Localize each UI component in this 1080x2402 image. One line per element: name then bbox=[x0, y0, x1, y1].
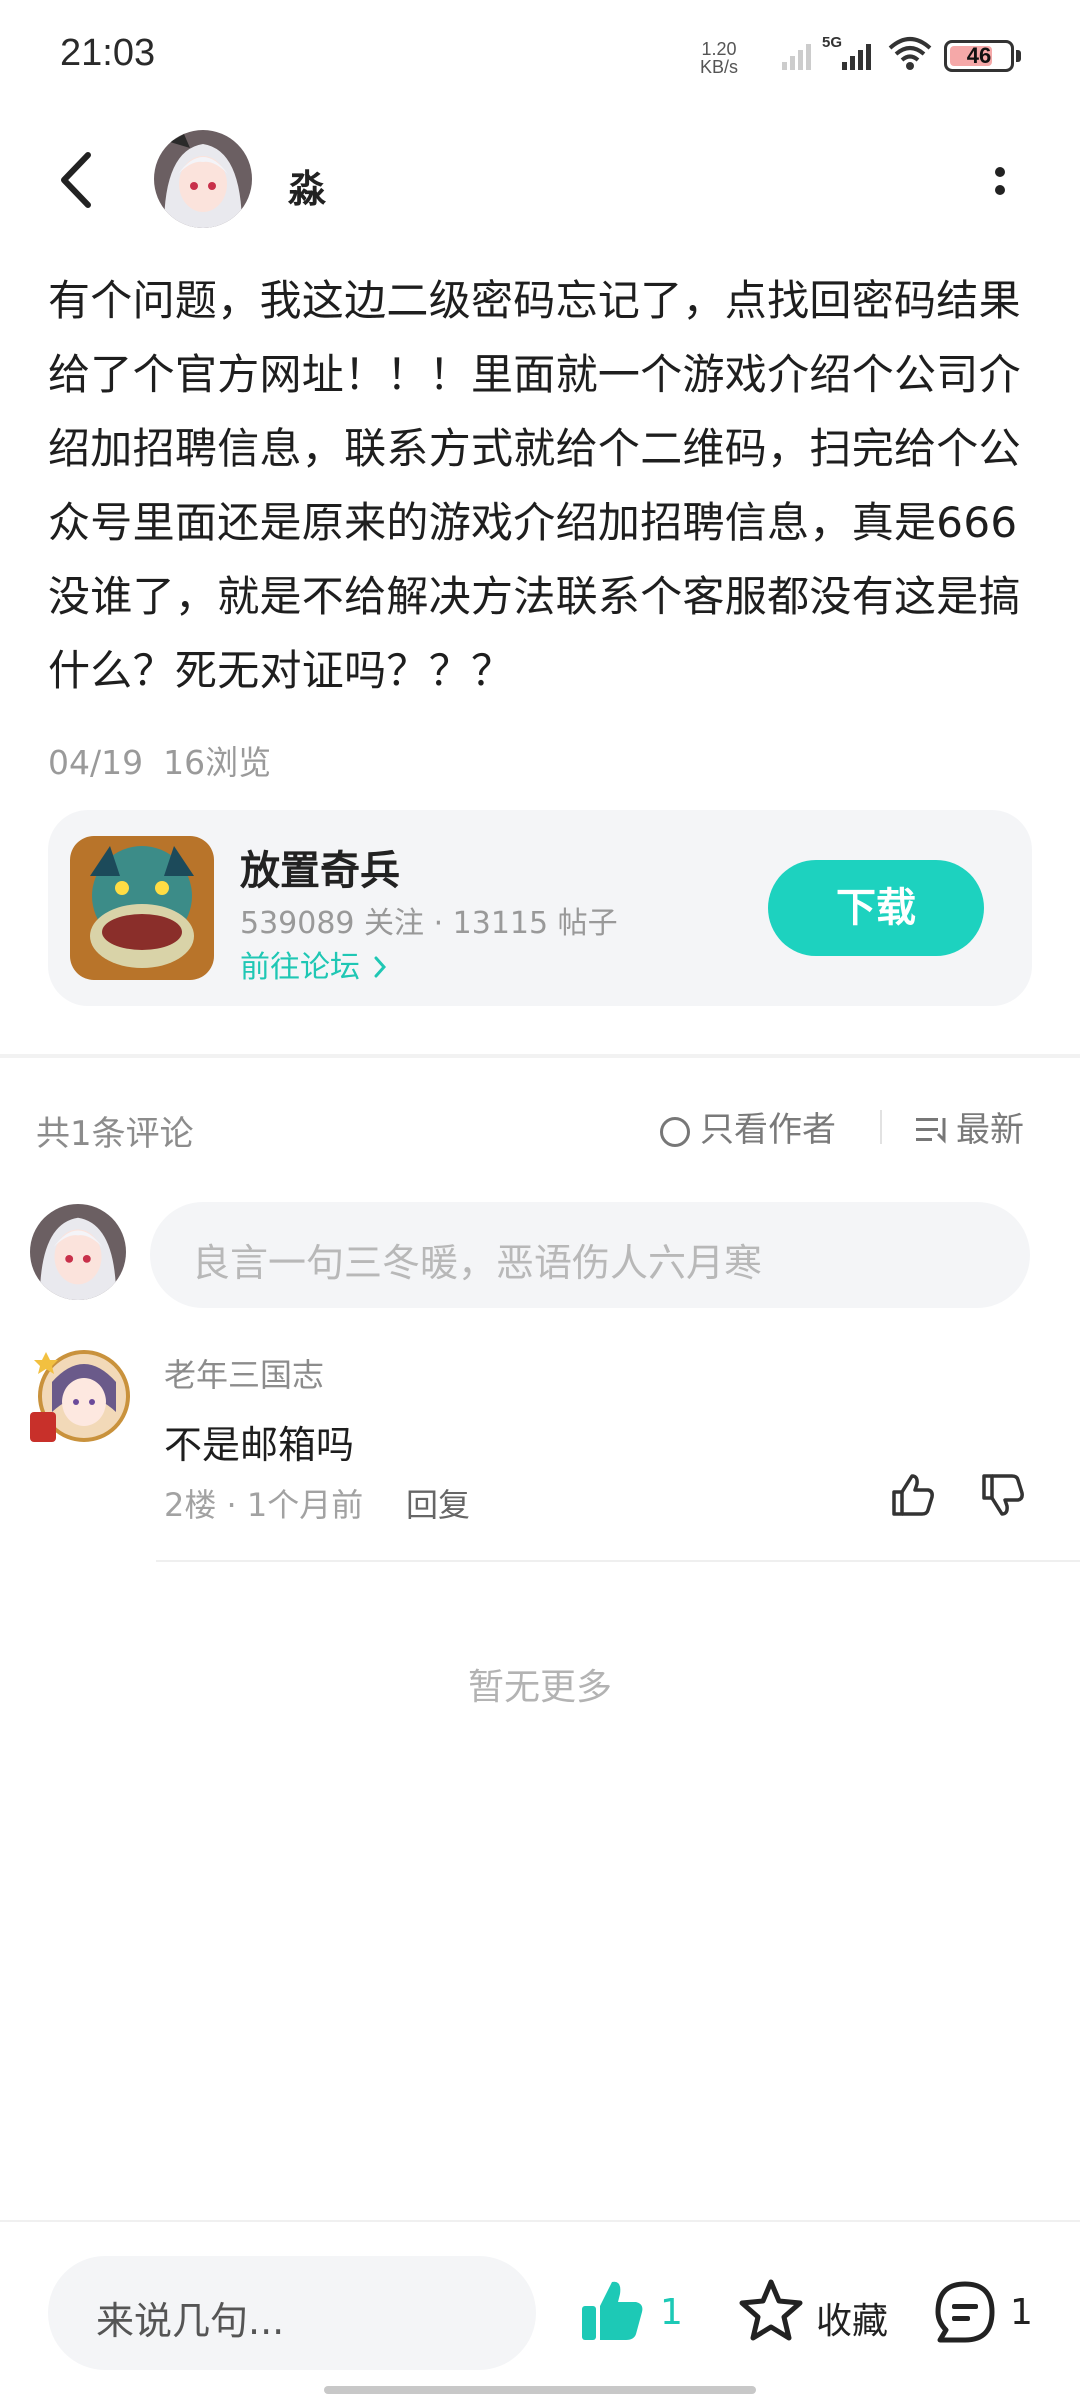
network-speed-unit: KB/s bbox=[700, 57, 739, 77]
post-date: 04/19 bbox=[48, 743, 144, 782]
forum-link[interactable]: 前往论坛 bbox=[240, 942, 390, 986]
like-count: 1 bbox=[660, 2292, 683, 2333]
back-button[interactable] bbox=[48, 145, 108, 215]
network-speed-value: 1.20 bbox=[701, 39, 737, 59]
comment-text: 不是邮箱吗 bbox=[164, 1423, 355, 1467]
section-divider bbox=[0, 1054, 1080, 1058]
chevron-right-icon bbox=[374, 956, 386, 978]
author-name[interactable]: 淼 bbox=[288, 158, 326, 213]
author-avatar[interactable] bbox=[154, 130, 252, 228]
network-type: 5G bbox=[822, 34, 843, 51]
thumbs-down-icon[interactable] bbox=[978, 1470, 1028, 1520]
author-only-toggle[interactable]: 只看作者 bbox=[660, 1102, 836, 1151]
post-content: 有个问题，我这边二级密码忘记了，点找回密码结果给了个官方网址！！！里面就一个游戏… bbox=[48, 276, 1021, 695]
post-views: 16浏览 bbox=[163, 743, 272, 782]
status-time: 21:03 bbox=[60, 32, 156, 74]
wifi-icon bbox=[888, 37, 932, 70]
commenter-avatar[interactable] bbox=[26, 1342, 134, 1450]
author-only-label: 只看作者 bbox=[700, 1110, 836, 1150]
battery-level: 46 bbox=[966, 43, 992, 68]
bottom-input-placeholder: 来说几句... bbox=[96, 2299, 285, 2343]
radio-circle-icon bbox=[660, 1117, 690, 1147]
like-icon[interactable] bbox=[578, 2276, 648, 2346]
signal-sim2-icon bbox=[782, 44, 811, 70]
sort-icon bbox=[916, 1118, 946, 1144]
sort-label: 最新 bbox=[956, 1110, 1024, 1150]
comment-icon[interactable] bbox=[930, 2278, 1000, 2348]
current-user-avatar bbox=[30, 1204, 126, 1300]
thumbs-up-icon[interactable] bbox=[888, 1470, 938, 1520]
no-more-label: 暂无更多 bbox=[467, 1667, 612, 1708]
star-icon[interactable] bbox=[736, 2276, 806, 2346]
comment-input[interactable]: 良言一句三冬暖，恶语伤人六月寒 bbox=[150, 1202, 1030, 1308]
favorite-label[interactable]: 收藏 bbox=[816, 2292, 888, 2344]
post-meta: 04/19 16浏览 bbox=[48, 736, 271, 784]
bottom-comment-input[interactable]: 来说几句... bbox=[48, 2256, 536, 2370]
network-speed: 1.20 KB/s bbox=[700, 40, 738, 76]
home-indicator[interactable] bbox=[324, 2386, 756, 2394]
download-button[interactable]: 下载 bbox=[768, 860, 984, 956]
comment-divider bbox=[156, 1560, 1080, 1562]
comment-count: 共1条评论 bbox=[36, 1114, 194, 1154]
game-name[interactable]: 放置奇兵 bbox=[240, 838, 400, 896]
game-card[interactable]: 放置奇兵 539089 关注 · 13115 帖子 前往论坛 下载 bbox=[48, 810, 1032, 1006]
comment-count-bottom: 1 bbox=[1010, 2292, 1033, 2333]
more-options-icon[interactable] bbox=[990, 160, 1010, 210]
comment-meta: 2楼 · 1个月前 bbox=[164, 1486, 364, 1524]
battery-icon: 46 bbox=[944, 40, 1014, 72]
game-icon[interactable] bbox=[70, 836, 214, 980]
battery-tip bbox=[1016, 50, 1021, 62]
forum-link-label: 前往论坛 bbox=[240, 950, 360, 985]
commenter-name[interactable]: 老年三国志 bbox=[164, 1350, 324, 1396]
signal-sim1-icon bbox=[842, 44, 871, 70]
reply-button[interactable]: 回复 bbox=[406, 1480, 470, 1526]
game-stats: 539089 关注 · 13115 帖子 bbox=[240, 906, 618, 941]
comment-input-placeholder: 良言一句三冬暖，恶语伤人六月寒 bbox=[192, 1241, 763, 1285]
sort-button[interactable]: 最新 bbox=[914, 1102, 1024, 1151]
header-separator bbox=[880, 1110, 882, 1144]
